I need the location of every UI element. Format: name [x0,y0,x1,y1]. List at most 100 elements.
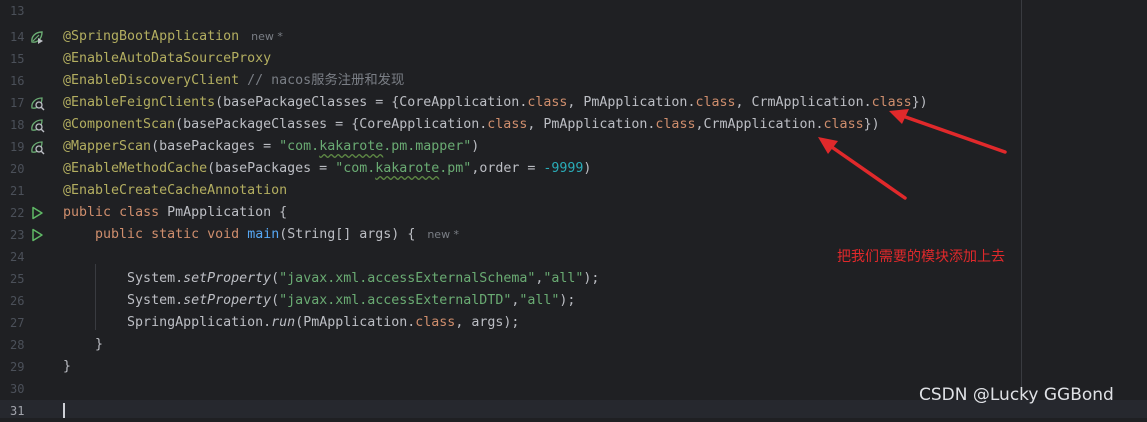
line-number[interactable]: 21 [0,180,30,202]
code-token: , PmApplication. [527,117,656,132]
line-number[interactable]: 25 [0,268,30,290]
line-number[interactable]: 15 [0,48,30,70]
string-typo-token: kakarote [319,139,384,154]
code-text[interactable]: @EnableAutoDataSourceProxy [63,48,271,70]
keyword-token: static [151,227,200,242]
code-line-13[interactable]: 13 [0,0,1147,22]
line-number[interactable]: 23 [0,224,30,246]
line-number[interactable]: 20 [0,158,30,180]
code-line-16[interactable]: 16 @EnableDiscoveryClient // nacos服务注册和发… [0,70,1147,92]
string-token: "com. [335,161,376,176]
code-token: System. [127,293,184,308]
line-number[interactable]: 30 [0,378,30,400]
line-number[interactable]: 14 [0,26,30,48]
annotation-token: @EnableDiscoveryClient [63,73,240,88]
code-text[interactable]: @EnableFeignClients(basePackageClasses =… [63,92,928,114]
code-token: , args); [455,315,520,330]
code-token: PmApplication { [159,205,288,220]
string-token: .pm" [439,161,472,176]
text-caret [63,403,65,418]
number-token: -9999 [543,161,584,176]
code-text[interactable]: System.setProperty("javax.xml.accessExte… [63,268,599,290]
code-line-19[interactable]: 19 @MapperScan(basePackages = "com.kakar… [0,136,1147,158]
code-line-29[interactable]: 29 } [0,356,1147,378]
code-line-23[interactable]: 23 public static void main(String[] args… [0,224,1147,246]
string-token: .pm.mapper" [383,139,472,154]
code-line-17[interactable]: 17 @EnableFeignClients(basePackageClasse… [0,92,1147,114]
string-token: "all" [543,271,584,286]
code-token: System. [127,271,184,286]
inlay-hint[interactable]: new * [251,30,283,43]
keyword-token: class [655,117,696,132]
line-number[interactable]: 31 [0,400,30,422]
code-text[interactable]: @ComponentScan(basePackageClasses = {Cor… [63,114,880,136]
code-token: , CrmApplication. [735,95,872,110]
line-number[interactable]: 18 [0,114,30,136]
code-text[interactable]: public static void main(String[] args) {… [63,224,459,246]
code-line-22[interactable]: 22 public class PmApplication { [0,202,1147,224]
annotation-note: 把我们需要的模块添加上去 [837,249,1005,265]
code-token: (PmApplication. [295,315,416,330]
line-number[interactable]: 28 [0,334,30,356]
code-line-26[interactable]: 26 System.setProperty("javax.xml.accessE… [0,290,1147,312]
code-editor[interactable]: 13 14 @SpringBootApplication new * 15 @En… [0,0,1147,418]
annotation-token: @EnableAutoDataSourceProxy [63,51,272,66]
string-token: "javax.xml.accessExternalDTD" [279,293,512,308]
line-number[interactable]: 13 [0,0,30,22]
spring-bean-run-icon[interactable] [29,29,45,45]
annotation-token: @EnableCreateCacheAnnotation [63,183,288,198]
inlay-hint[interactable]: new * [427,228,459,241]
code-line-28[interactable]: 28 } [0,334,1147,356]
bean-search-icon[interactable] [29,139,45,155]
annotation-token: @EnableFeignClients [63,95,216,110]
code-text[interactable]: } [63,334,103,356]
watermark: CSDN @Lucky GGBond [919,385,1114,405]
line-number[interactable]: 16 [0,70,30,92]
code-text[interactable]: } [63,356,71,378]
line-number[interactable]: 22 [0,202,30,224]
code-text[interactable]: public class PmApplication { [63,202,287,224]
bean-search-icon[interactable] [29,95,45,111]
code-line-15[interactable]: 15 @EnableAutoDataSourceProxy [0,48,1147,70]
static-method-token: setProperty [183,271,272,286]
run-triangle-icon[interactable] [29,205,45,221]
annotation-token: @MapperScan [63,139,152,154]
line-number[interactable]: 24 [0,246,30,268]
run-triangle-icon[interactable] [29,227,45,243]
code-text[interactable]: @EnableMethodCache(basePackages = "com.k… [63,158,591,180]
code-token: } [95,337,104,352]
code-text[interactable]: @SpringBootApplication new * [63,26,283,48]
code-line-14[interactable]: 14 @SpringBootApplication new * [0,26,1147,48]
code-line-21[interactable]: 21 @EnableCreateCacheAnnotation [0,180,1147,202]
code-line-18[interactable]: 18 @ComponentScan(basePackageClasses = {… [0,114,1147,136]
code-line-20[interactable]: 20 @EnableMethodCache(basePackages = "co… [0,158,1147,180]
line-number[interactable]: 17 [0,92,30,114]
annotation-token: @EnableMethodCache [63,161,208,176]
code-line-27[interactable]: 27 SpringApplication.run(PmApplication.c… [0,312,1147,334]
code-token: (basePackages = [151,139,280,154]
string-token: "com. [279,139,320,154]
code-token: (basePackages = [207,161,336,176]
comment-token: // nacos服务注册和发现 [247,73,405,88]
code-text[interactable]: SpringApplication.run(PmApplication.clas… [63,312,519,334]
keyword-token: class [487,117,528,132]
line-number[interactable]: 19 [0,136,30,158]
code-token: SpringApplication. [127,315,272,330]
code-text[interactable]: @EnableDiscoveryClient // nacos服务注册和发现 [63,70,404,92]
code-token: (basePackageClasses = {CoreApplication. [215,95,528,110]
keyword-token: class [415,315,456,330]
annotation-token: @SpringBootApplication [63,29,240,44]
code-token: }) [911,95,928,110]
code-token: , PmApplication. [567,95,696,110]
code-text[interactable]: System.setProperty("javax.xml.accessExte… [63,290,575,312]
code-text[interactable]: @EnableCreateCacheAnnotation [63,180,287,202]
line-number[interactable]: 29 [0,356,30,378]
line-number[interactable]: 27 [0,312,30,334]
keyword-token: class [823,117,864,132]
annotation-token: @ComponentScan [63,117,176,132]
code-token: ) [583,161,592,176]
line-number[interactable]: 26 [0,290,30,312]
code-line-25[interactable]: 25 System.setProperty("javax.xml.accessE… [0,268,1147,290]
code-text[interactable]: @MapperScan(basePackages = "com.kakarote… [63,136,479,158]
bean-search-icon[interactable] [29,117,45,133]
